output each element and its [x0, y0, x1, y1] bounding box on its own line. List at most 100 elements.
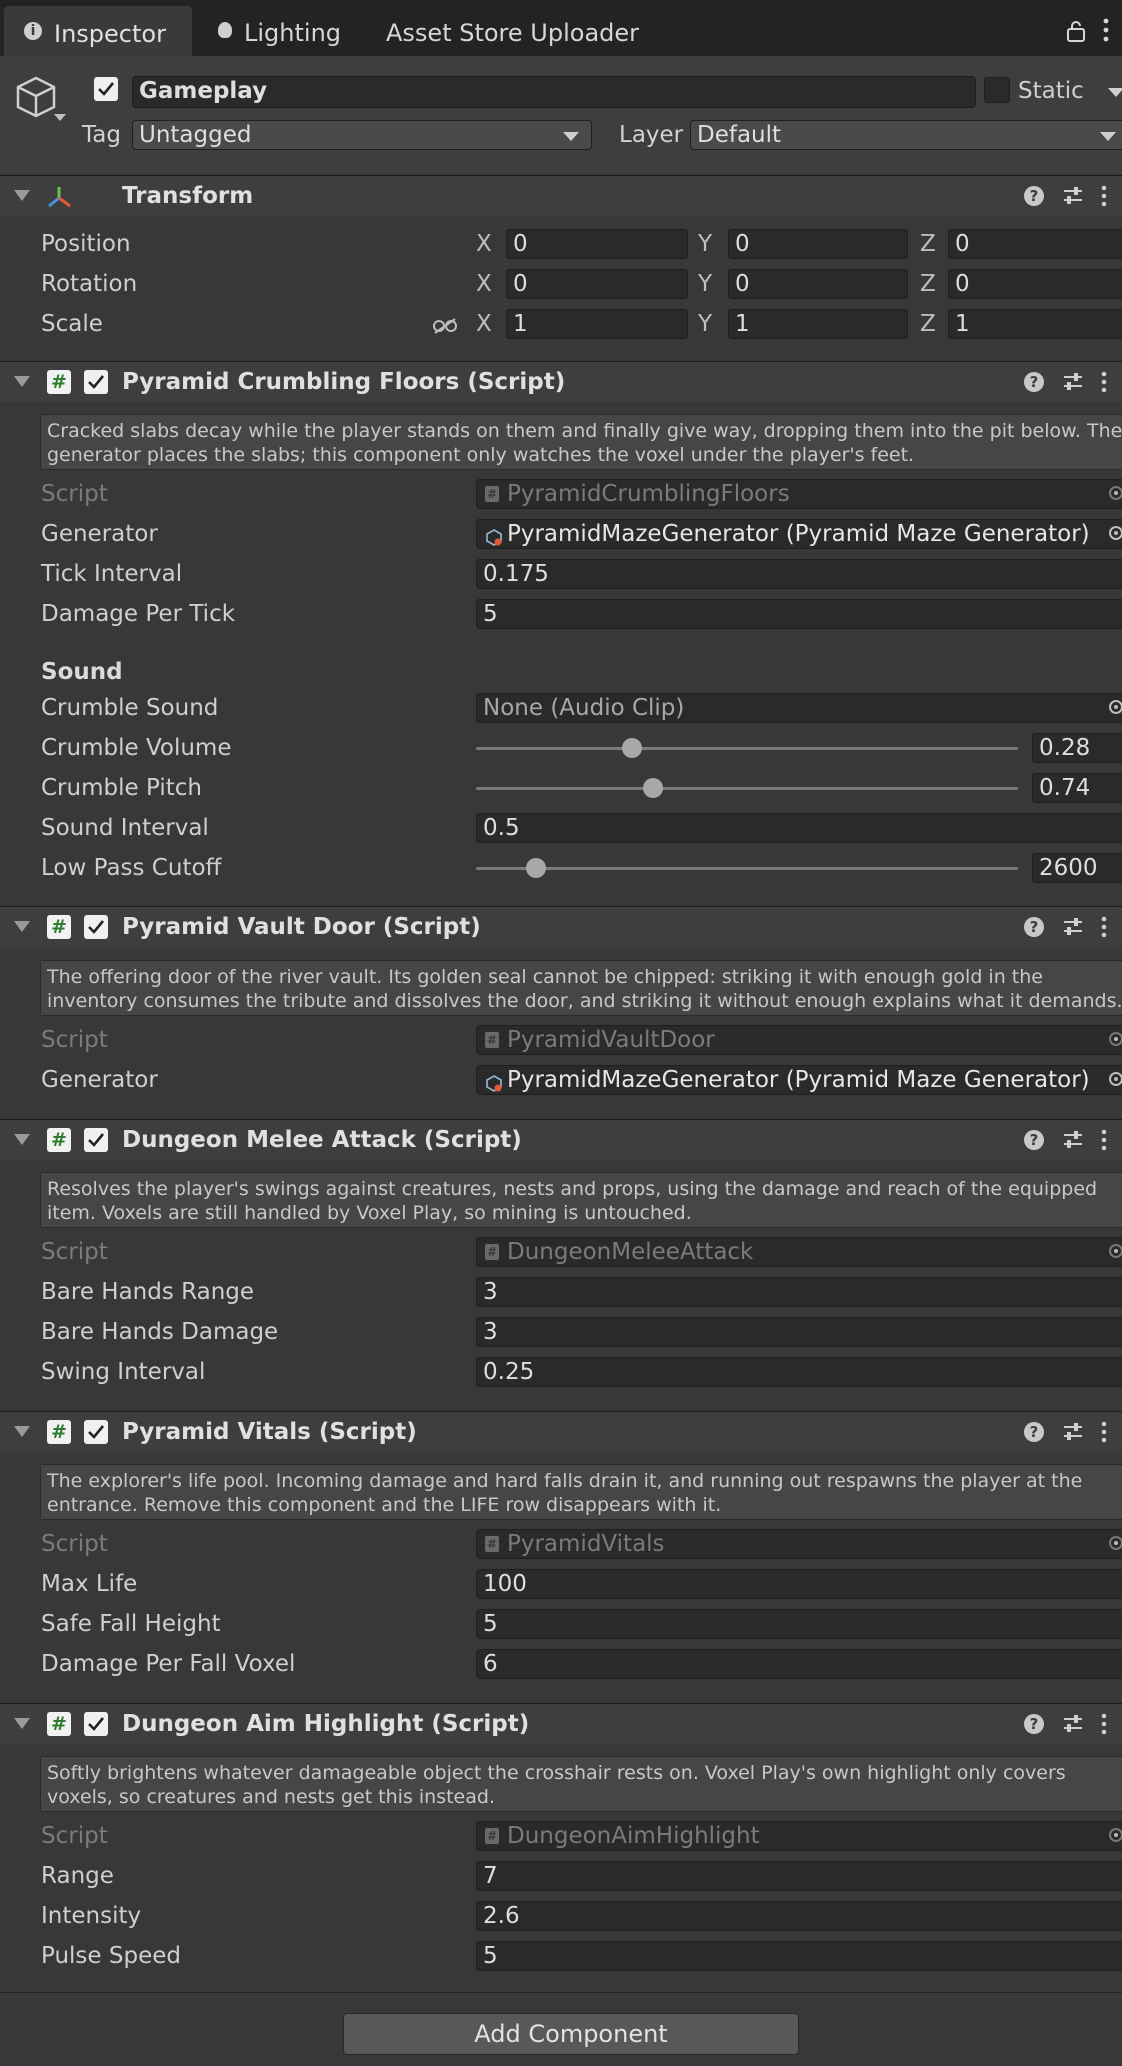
rotation-x-field[interactable]: 0	[506, 269, 688, 299]
preset-sliders-icon[interactable]	[1062, 1422, 1084, 1448]
foldout-arrow-icon[interactable]	[14, 190, 30, 201]
static-dropdown-arrow-icon[interactable]	[1108, 88, 1122, 97]
safe-fall-height-field[interactable]: 5	[476, 1609, 1122, 1639]
preset-sliders-icon[interactable]	[1062, 186, 1084, 212]
script-reference-field[interactable]: # DungeonMeleeAttack	[476, 1237, 1122, 1267]
object-picker-icon[interactable]	[1105, 1026, 1122, 1054]
object-picker-icon[interactable]	[1105, 1822, 1122, 1850]
constrain-proportions-icon[interactable]	[432, 315, 458, 341]
script-reference-field[interactable]: # PyramidVitals	[476, 1529, 1122, 1559]
scale-y-field[interactable]: 1	[728, 309, 908, 339]
rotation-x-axis[interactable]: X	[476, 269, 492, 299]
foldout-arrow-icon[interactable]	[14, 1718, 30, 1729]
gameobject-name-field[interactable]: Gameplay	[132, 76, 976, 108]
tab-inspector[interactable]: i Inspector	[4, 6, 192, 56]
position-x-field[interactable]: 0	[506, 229, 688, 259]
rotation-z-field[interactable]: 0	[948, 269, 1122, 299]
generator-field[interactable]: PyramidMazeGenerator (Pyramid Maze Gener…	[476, 1065, 1122, 1095]
damage-per-tick-field[interactable]: 5	[476, 599, 1122, 629]
tab-lighting[interactable]: Lighting	[214, 0, 364, 56]
preset-sliders-icon[interactable]	[1062, 1130, 1084, 1156]
vitals-header[interactable]: # Pyramid Vitals (Script) ?	[0, 1411, 1122, 1452]
pulse-speed-field[interactable]: 5	[476, 1941, 1122, 1971]
tab-asset-store-uploader[interactable]: Asset Store Uploader	[386, 0, 666, 56]
component-menu-icon[interactable]	[1100, 1713, 1108, 1741]
rotation-y-axis[interactable]: Y	[698, 269, 712, 299]
component-menu-icon[interactable]	[1100, 916, 1108, 944]
preset-sliders-icon[interactable]	[1062, 917, 1084, 943]
max-life-field[interactable]: 100	[476, 1569, 1122, 1599]
component-menu-icon[interactable]	[1100, 1421, 1108, 1449]
crumble-volume-slider-track[interactable]	[476, 747, 1018, 750]
help-icon[interactable]: ?	[1024, 1130, 1044, 1150]
crumbling-floors-header[interactable]: # Pyramid Crumbling Floors (Script) ?	[0, 361, 1122, 402]
crumble-pitch-field[interactable]: 0.74	[1032, 773, 1122, 803]
scale-z-field[interactable]: 1	[948, 309, 1122, 339]
gameobject-active-checkbox[interactable]	[94, 77, 118, 101]
component-enabled-checkbox[interactable]	[84, 1420, 108, 1444]
scale-y-axis[interactable]: Y	[698, 309, 712, 339]
scale-x-axis[interactable]: X	[476, 309, 492, 339]
lock-icon[interactable]	[1066, 20, 1086, 48]
low-pass-cutoff-slider-knob[interactable]	[526, 858, 546, 878]
component-enabled-checkbox[interactable]	[84, 370, 108, 394]
generator-field[interactable]: PyramidMazeGenerator (Pyramid Maze Gener…	[476, 519, 1122, 549]
vault-door-header[interactable]: # Pyramid Vault Door (Script) ?	[0, 906, 1122, 947]
component-menu-icon[interactable]	[1100, 371, 1108, 399]
tag-dropdown[interactable]: Untagged	[132, 120, 592, 150]
scale-z-axis[interactable]: Z	[920, 309, 936, 339]
foldout-arrow-icon[interactable]	[14, 1426, 30, 1437]
object-picker-icon[interactable]	[1105, 1066, 1122, 1094]
object-picker-icon[interactable]	[1105, 520, 1122, 548]
preset-sliders-icon[interactable]	[1062, 1714, 1084, 1740]
more-menu-icon[interactable]	[1102, 18, 1110, 48]
object-picker-icon[interactable]	[1105, 694, 1122, 722]
help-icon[interactable]: ?	[1024, 1714, 1044, 1734]
damage-per-fall-voxel-field[interactable]: 6	[476, 1649, 1122, 1679]
layer-dropdown[interactable]: Default	[690, 120, 1122, 150]
swing-interval-field[interactable]: 0.25	[476, 1357, 1122, 1387]
sound-interval-field[interactable]: 0.5	[476, 813, 1122, 843]
transform-header[interactable]: Transform ?	[0, 175, 1122, 216]
script-reference-field[interactable]: # DungeonAimHighlight	[476, 1821, 1122, 1851]
crumble-pitch-slider-track[interactable]	[476, 787, 1018, 790]
script-reference-field[interactable]: # PyramidVaultDoor	[476, 1025, 1122, 1055]
help-icon[interactable]: ?	[1024, 372, 1044, 392]
bare-hands-range-field[interactable]: 3	[476, 1277, 1122, 1307]
component-menu-icon[interactable]	[1100, 1129, 1108, 1157]
position-z-field[interactable]: 0	[948, 229, 1122, 259]
crumble-volume-field[interactable]: 0.28	[1032, 733, 1122, 763]
position-y-axis[interactable]: Y	[698, 229, 712, 259]
foldout-arrow-icon[interactable]	[14, 1134, 30, 1145]
position-x-axis[interactable]: X	[476, 229, 492, 259]
rotation-z-axis[interactable]: Z	[920, 269, 936, 299]
help-icon[interactable]: ?	[1024, 917, 1044, 937]
intensity-field[interactable]: 2.6	[476, 1901, 1122, 1931]
low-pass-cutoff-slider-track[interactable]	[476, 867, 1018, 870]
range-field[interactable]: 7	[476, 1861, 1122, 1891]
bare-hands-damage-field[interactable]: 3	[476, 1317, 1122, 1347]
help-icon[interactable]: ?	[1024, 186, 1044, 206]
aim-highlight-header[interactable]: # Dungeon Aim Highlight (Script) ?	[0, 1703, 1122, 1744]
foldout-arrow-icon[interactable]	[14, 921, 30, 932]
crumble-volume-slider-knob[interactable]	[622, 738, 642, 758]
component-menu-icon[interactable]	[1100, 185, 1108, 213]
add-component-button[interactable]: Add Component	[343, 2013, 799, 2055]
help-icon[interactable]: ?	[1024, 1422, 1044, 1442]
tick-interval-field[interactable]: 0.175	[476, 559, 1122, 589]
foldout-arrow-icon[interactable]	[14, 376, 30, 387]
melee-attack-header[interactable]: # Dungeon Melee Attack (Script) ?	[0, 1119, 1122, 1160]
object-picker-icon[interactable]	[1105, 1530, 1122, 1558]
object-picker-icon[interactable]	[1105, 480, 1122, 508]
preset-sliders-icon[interactable]	[1062, 372, 1084, 398]
component-enabled-checkbox[interactable]	[84, 1128, 108, 1152]
scale-x-field[interactable]: 1	[506, 309, 688, 339]
component-enabled-checkbox[interactable]	[84, 1712, 108, 1736]
script-reference-field[interactable]: # PyramidCrumblingFloors	[476, 479, 1122, 509]
gameobject-cube-icon[interactable]	[14, 74, 70, 132]
low-pass-cutoff-field[interactable]: 2600	[1032, 853, 1122, 883]
component-enabled-checkbox[interactable]	[84, 915, 108, 939]
position-y-field[interactable]: 0	[728, 229, 908, 259]
crumble-pitch-slider-knob[interactable]	[643, 778, 663, 798]
rotation-y-field[interactable]: 0	[728, 269, 908, 299]
